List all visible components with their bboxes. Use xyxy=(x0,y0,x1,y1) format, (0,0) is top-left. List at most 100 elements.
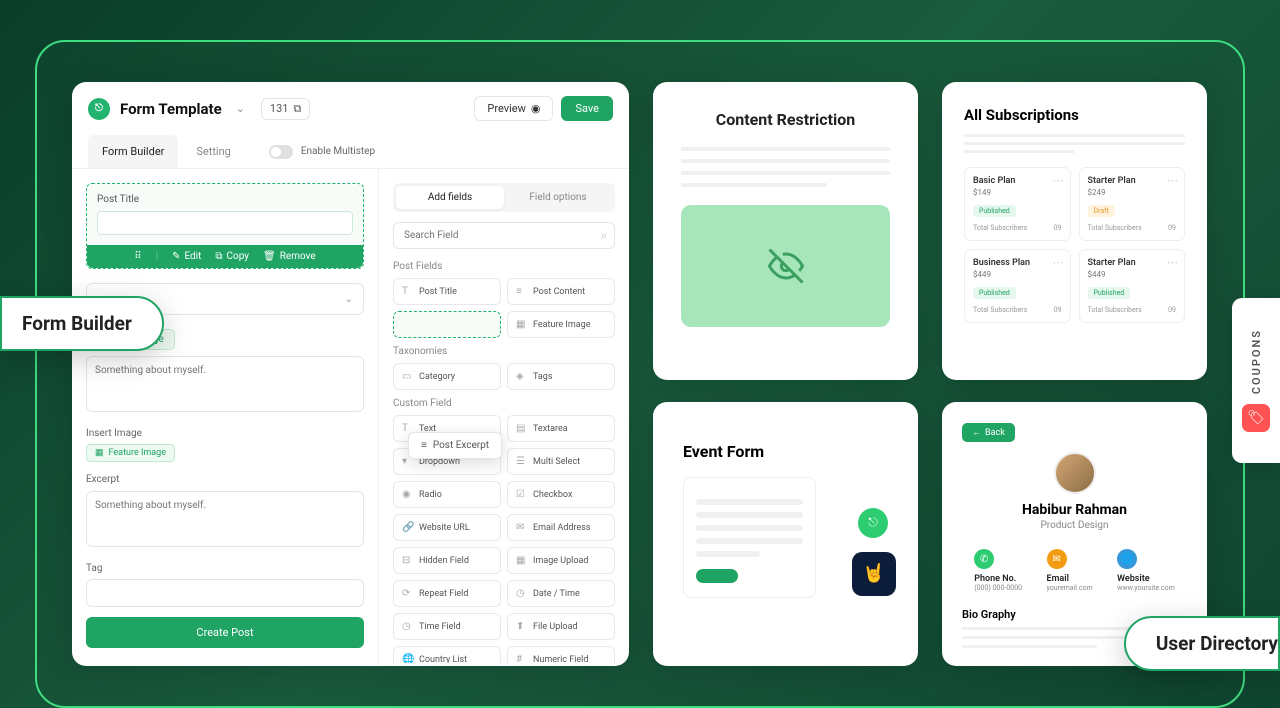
edit-action[interactable]: ✎Edit xyxy=(172,251,201,262)
more-icon[interactable]: ⋯ xyxy=(1167,174,1178,187)
field-radio[interactable]: ◉Radio xyxy=(393,481,501,508)
search-input[interactable] xyxy=(393,222,615,249)
user-name: Habibur Rahman xyxy=(962,502,1187,518)
placeholder-line xyxy=(962,645,1097,648)
about-textarea[interactable]: Something about myself. xyxy=(86,356,364,412)
excerpt-label: Excerpt xyxy=(86,474,364,485)
plan-card[interactable]: ⋯ Business Plan $449 Published Total Sub… xyxy=(964,249,1071,323)
form-builder-tabs: Form Builder Setting Enable Multistep xyxy=(72,135,629,169)
field-date-time[interactable]: ◷Date / Time xyxy=(507,580,615,607)
toggle-switch-icon[interactable] xyxy=(269,145,293,159)
placeholder-line xyxy=(696,499,803,505)
field-repeat-field[interactable]: ⟳Repeat Field xyxy=(393,580,501,607)
plan-card[interactable]: ⋯ Starter Plan $449 Published Total Subs… xyxy=(1079,249,1186,323)
back-button[interactable]: ←Back xyxy=(962,423,1015,442)
post-excerpt-dragging-chip[interactable]: ≡ Post Excerpt xyxy=(408,432,502,459)
tab-field-options[interactable]: Field options xyxy=(504,186,612,209)
contact-row: ✆ Phone No. (000) 000-0000 ✉ Email youre… xyxy=(962,549,1187,592)
more-icon[interactable]: ⋯ xyxy=(1053,256,1064,269)
event-form-card: Event Form ⎋ 🤘 xyxy=(653,402,918,666)
field-textarea[interactable]: ▤Textarea xyxy=(507,415,615,442)
content-restriction-title: Content Restriction xyxy=(681,110,890,129)
tab-setting[interactable]: Setting xyxy=(182,135,245,168)
tab-form-builder[interactable]: Form Builder xyxy=(88,135,178,168)
field-country-list[interactable]: 🌐Country List xyxy=(393,646,501,663)
feature-image-chip[interactable]: ▦ Feature Image xyxy=(86,444,175,462)
contact-email: ✉ Email youremail.com xyxy=(1047,549,1093,592)
subscriptions-title: All Subscriptions xyxy=(964,106,1185,124)
link-icon: 🔗 xyxy=(402,522,413,533)
email-icon: ✉ xyxy=(516,522,527,533)
coupons-side-tab[interactable]: COUPONS 🏷 xyxy=(1232,298,1280,463)
field-checkbox[interactable]: ☑Checkbox xyxy=(507,481,615,508)
submit-placeholder xyxy=(696,569,738,583)
post-title-label: Post Title xyxy=(97,194,353,205)
field-post-content[interactable]: ≡Post Content xyxy=(507,278,615,305)
copy-icon: ⧉ xyxy=(215,251,222,262)
field-numeric-field[interactable]: #Numeric Field xyxy=(507,646,615,663)
multiselect-icon: ☰ xyxy=(516,456,527,467)
remove-action[interactable]: 🗑Remove xyxy=(263,251,316,262)
plan-card[interactable]: ⋯ Starter Plan $249 Draft Total Subscrib… xyxy=(1079,167,1186,241)
field-hidden-field[interactable]: ⊟Hidden Field xyxy=(393,547,501,574)
folder-icon: ▭ xyxy=(402,371,413,382)
fab-rock-button[interactable]: 🤘 xyxy=(852,552,896,596)
enable-multistep-toggle[interactable]: Enable Multistep xyxy=(269,145,375,159)
post-title-input[interactable] xyxy=(97,211,353,235)
contact-phone: ✆ Phone No. (000) 000-0000 xyxy=(974,549,1022,592)
field-website-url[interactable]: 🔗Website URL xyxy=(393,514,501,541)
entries-count-badge[interactable]: 131 ⧉ xyxy=(261,98,310,120)
chevron-down-icon[interactable]: ⌄ xyxy=(236,102,245,115)
event-form-preview xyxy=(683,477,816,598)
text-icon: T xyxy=(402,286,413,297)
content-icon: ≡ xyxy=(516,286,527,297)
preview-button[interactable]: Preview ◉ xyxy=(474,96,553,121)
placeholder-line xyxy=(964,142,1185,145)
field-drop-target[interactable] xyxy=(393,311,501,338)
placeholder-line xyxy=(696,538,803,544)
plan-card[interactable]: ⋯ Basic Plan $149 Published Total Subscr… xyxy=(964,167,1071,241)
form-template-title: Form Template xyxy=(120,100,222,118)
tag-input[interactable] xyxy=(86,579,364,607)
field-file-upload[interactable]: ⬆File Upload xyxy=(507,613,615,640)
form-canvas: Post Title ⠿ | ✎Edit ⧉Copy 🗑Remove ⌄ + I… xyxy=(72,169,378,663)
plan-grid: ⋯ Basic Plan $149 Published Total Subscr… xyxy=(964,167,1185,323)
post-title-field-block[interactable]: Post Title ⠿ | ✎Edit ⧉Copy 🗑Remove xyxy=(86,183,364,269)
field-image-upload[interactable]: ▦Image Upload xyxy=(507,547,615,574)
more-icon[interactable]: ⋯ xyxy=(1053,174,1064,187)
dashboard-frame: ⎋ Form Template ⌄ 131 ⧉ Preview ◉ Save F… xyxy=(35,40,1245,708)
field-email-address[interactable]: ✉Email Address xyxy=(507,514,615,541)
placeholder-line xyxy=(696,512,803,518)
field-post-title[interactable]: TPost Title xyxy=(393,278,501,305)
image-icon: ▦ xyxy=(516,319,527,330)
contact-website: 🌐 Website www.yoursite.com xyxy=(1117,549,1175,592)
fab-add-button[interactable]: ⎋ xyxy=(858,508,888,538)
placeholder-line xyxy=(681,183,827,187)
drag-handle-icon[interactable]: ⠿ xyxy=(134,251,141,262)
upload-icon: ⬆ xyxy=(516,621,527,632)
tab-add-fields[interactable]: Add fields xyxy=(396,186,504,209)
field-time-field[interactable]: ◷Time Field xyxy=(393,613,501,640)
image-icon: ▦ xyxy=(95,448,104,458)
status-badge: Published xyxy=(973,287,1016,299)
eye-icon: ◉ xyxy=(531,102,541,115)
create-post-button[interactable]: Create Post xyxy=(86,617,364,648)
content-restriction-card: Content Restriction xyxy=(653,82,918,380)
placeholder-line xyxy=(964,150,1075,153)
field-tags[interactable]: ◈Tags xyxy=(507,363,615,390)
copy-action[interactable]: ⧉Copy xyxy=(215,251,249,262)
excerpt-textarea[interactable]: Something about myself. xyxy=(86,491,364,547)
search-icon: ⌕ xyxy=(601,229,607,243)
form-builder-header: ⎋ Form Template ⌄ 131 ⧉ Preview ◉ Save xyxy=(72,82,629,135)
placeholder-line xyxy=(681,147,890,151)
edit-icon: ✎ xyxy=(172,251,180,262)
field-multi-select[interactable]: ☰Multi Select xyxy=(507,448,615,475)
app-logo-icon: ⎋ xyxy=(88,98,110,120)
field-category[interactable]: ▭Category xyxy=(393,363,501,390)
save-button[interactable]: Save xyxy=(561,96,613,121)
field-feature-image[interactable]: ▦Feature Image xyxy=(507,311,615,338)
clock-icon: ◷ xyxy=(402,621,413,632)
group-taxonomies: Taxonomies xyxy=(393,346,615,357)
more-icon[interactable]: ⋯ xyxy=(1167,256,1178,269)
placeholder-line xyxy=(696,525,803,531)
